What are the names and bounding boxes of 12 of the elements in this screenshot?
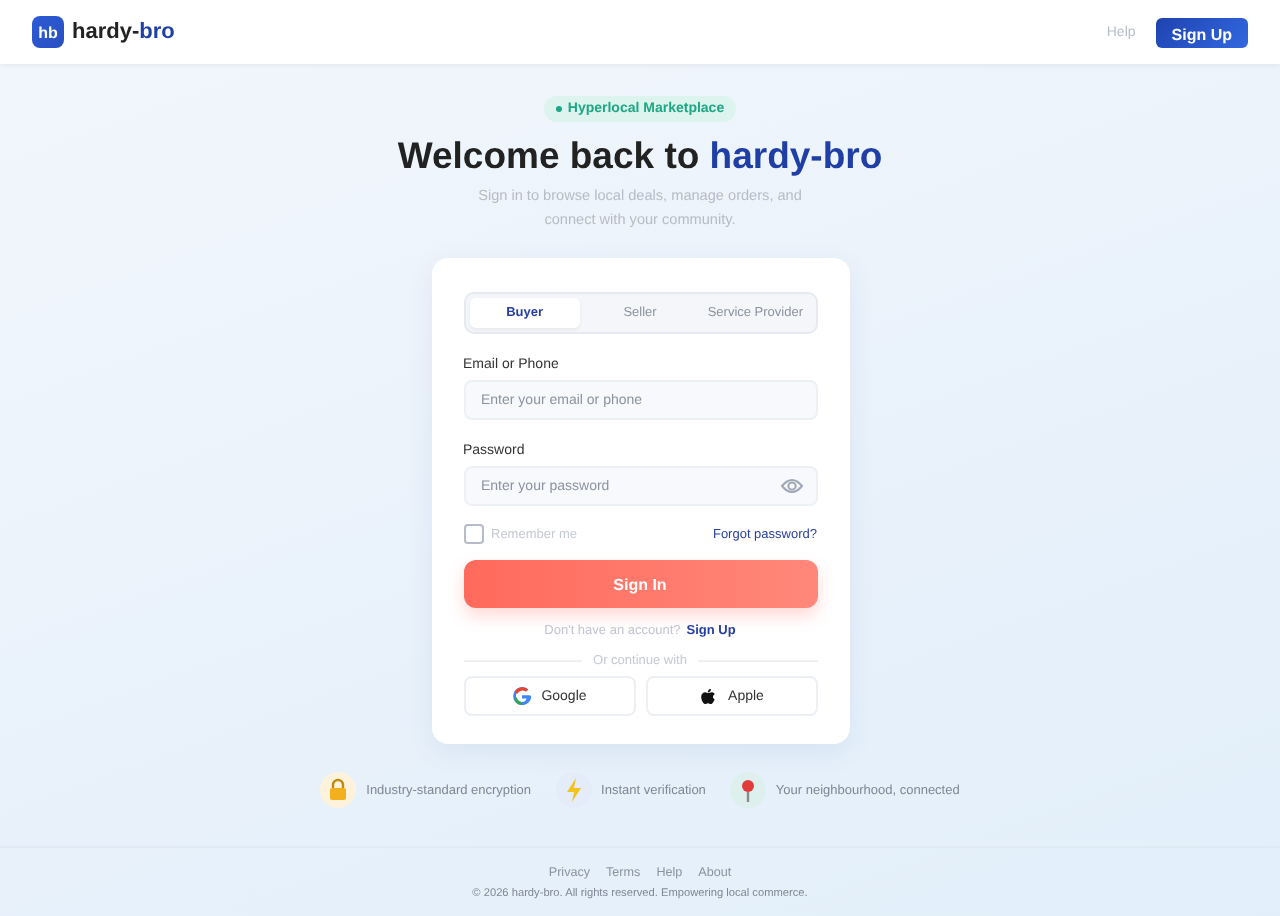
lightning-icon: [555, 772, 592, 808]
apple-logo-icon: [698, 686, 719, 706]
eye-icon: [779, 476, 803, 496]
brand-name: hardy-bro: [72, 20, 175, 44]
lock-icon: [320, 772, 357, 808]
google-logo-icon: [511, 686, 532, 706]
remember-checkbox[interactable]: [463, 524, 483, 544]
page-title: Welcome back to hardy-bro: [397, 134, 883, 178]
sign-up-button[interactable]: Sign Up: [1155, 17, 1248, 47]
sign-in-button[interactable]: Sign In: [463, 560, 817, 608]
pin-icon: [729, 772, 766, 808]
logo-icon: hb: [32, 16, 64, 48]
